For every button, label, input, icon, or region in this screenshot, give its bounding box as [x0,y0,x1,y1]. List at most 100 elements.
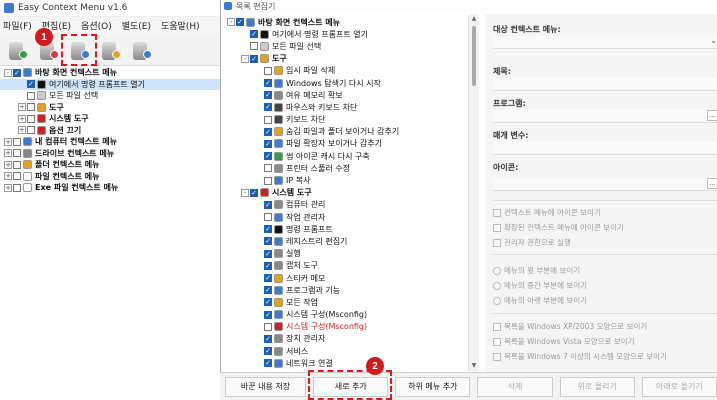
tree-item[interactable]: + 파일 컨텍스트 메뉴 [0,171,228,183]
tree-item[interactable]: ✓ 시스템 구성(Msconfig) [225,309,468,321]
collapse-icon[interactable]: - [241,188,249,197]
icon-browse-button[interactable]: ... [707,178,717,189]
tree-item[interactable]: ✓ 프로그램과 기능 [225,284,468,296]
tree-item[interactable]: ✓ 서비스 [225,345,468,357]
save-changes-button[interactable]: 바꾼 내용 저장 [225,376,307,397]
item-checkbox[interactable] [27,126,35,135]
tree-item[interactable]: + 도구 [0,102,228,114]
tree-item[interactable]: ✓ 실행 [225,248,468,260]
tree-item[interactable]: ✓ 장치 관리자 [225,333,468,345]
tree-item[interactable]: + Exe 파일 컨텍스트 메뉴 [0,182,228,194]
position-bottom-radio[interactable]: 메뉴의 아랫 부분에 보이기 [493,295,587,306]
item-checkbox[interactable]: ✓ [250,188,258,197]
info-button[interactable] [128,37,156,63]
item-checkbox[interactable]: ✓ [264,200,272,209]
item-checkbox[interactable]: ✓ [264,225,272,234]
scroll-thumb[interactable] [472,26,476,86]
item-checkbox[interactable]: ✓ [236,18,244,27]
item-checkbox[interactable]: ✓ [264,347,272,356]
item-checkbox[interactable] [264,213,272,222]
tree-item[interactable]: ✓ 썸 아이콘 캐시 다시 구축 [225,150,468,162]
item-checkbox[interactable]: ✓ [264,261,272,270]
tree-item[interactable]: ✓ 여유 메모리 확보 [225,89,468,101]
tree-item[interactable]: IP 복사 [225,174,468,186]
item-checkbox[interactable] [27,103,35,112]
tree-item[interactable]: ✓ 여기에서 명령 프롬프트 열기 [0,78,228,90]
item-checkbox[interactable] [264,322,272,331]
item-checkbox[interactable]: ✓ [264,334,272,343]
move-down-button[interactable]: 아래로 옮기기 [641,376,717,397]
item-checkbox[interactable] [13,160,21,169]
move-up-button[interactable]: 위로 올리기 [559,376,635,397]
expand-icon[interactable]: + [18,103,26,112]
expand-icon[interactable]: + [18,126,26,135]
cleaner-button[interactable] [97,37,125,63]
item-checkbox[interactable] [13,149,21,158]
expand-icon[interactable]: + [18,114,26,123]
tree-item[interactable]: ✓ 파일 확장자 보이거나 감추기 [225,138,468,150]
item-checkbox[interactable]: ✓ [264,237,272,246]
program-input[interactable]: ... [493,110,717,123]
expand-icon[interactable]: + [4,172,12,181]
tree-item[interactable]: ✓ 네트워크 연결 [225,357,468,369]
tree-item[interactable]: + 시스템 도구 [0,113,228,125]
item-checkbox[interactable]: ✓ [264,127,272,136]
tree-item[interactable]: 모든 파일 선택 [225,40,468,52]
target-menu-select[interactable]: ⌄ [493,36,717,49]
tree-item[interactable]: ✓ 컴퓨터 관리 [225,199,468,211]
item-checkbox[interactable]: ✓ [264,359,272,368]
menu-file[interactable]: 파일(F) [3,19,32,32]
expand-icon[interactable]: + [4,160,12,169]
tree-item[interactable]: + 드라이브 컨텍스트 메뉴 [0,148,228,160]
tree-item[interactable]: ✓ 레지스트리 편집기 [225,235,468,247]
style-xp-checkbox[interactable]: 목록을 Windows XP/2003 모양으로 보이기 [493,321,647,332]
editor-scrollbar[interactable]: ▲ ▼ [469,14,479,371]
tree-item[interactable]: + 폴더 컨텍스트 메뉴 [0,159,228,171]
tree-item[interactable]: ✓ 캡처 도구 [225,260,468,272]
item-checkbox[interactable]: ✓ [27,80,35,89]
item-checkbox[interactable] [264,66,272,75]
tree-item[interactable]: ✓ 명령 프롬프트 [225,223,468,235]
style-vista-checkbox[interactable]: 목록을 Windows Vista 모양으로 보이기 [493,336,635,347]
tree-item[interactable]: + 옵션 끄기 [0,125,228,137]
item-checkbox[interactable]: ✓ [250,30,258,39]
delete-button[interactable]: 삭제 [477,376,553,397]
item-checkbox[interactable]: ✓ [250,54,258,63]
item-checkbox[interactable] [250,42,258,51]
show-icon-checkbox[interactable]: 컨텍스트 메뉴에 아이콘 보이기 [493,207,601,218]
tree-item[interactable]: ✓ Windows 탐색기 다시 시작 [225,77,468,89]
add-button[interactable] [4,37,32,63]
tree-item[interactable]: ✓ 여기에서 명령 프롬프트 열기 [225,28,468,40]
item-checkbox[interactable] [264,176,272,185]
tree-item[interactable]: - ✓ 바탕 화면 컨텍스트 메뉴 [0,67,228,79]
tree-item[interactable]: 임시 파일 삭제 [225,65,468,77]
item-checkbox[interactable]: ✓ [264,249,272,258]
menu-extras[interactable]: 별도(E) [122,19,151,32]
position-top-radio[interactable]: 메뉴의 윗 부분에 보이기 [493,265,580,276]
tree-item[interactable]: 작업 관리자 [225,211,468,223]
menu-options[interactable]: 옵션(O) [81,19,112,32]
item-checkbox[interactable] [13,172,21,181]
item-checkbox[interactable]: ✓ [264,152,272,161]
expand-icon[interactable]: + [4,183,12,192]
collapse-icon[interactable]: - [4,68,12,77]
item-checkbox[interactable] [264,115,272,124]
item-checkbox[interactable]: ✓ [13,68,21,77]
add-submenu-button[interactable]: 하위 메뉴 추가 [395,376,471,397]
show-icon-extended-checkbox[interactable]: 확장된 컨텍스트 메뉴에 아이콘 보이기 [493,222,624,233]
tree-item[interactable]: - ✓ 시스템 도구 [225,187,468,199]
item-checkbox[interactable]: ✓ [264,139,272,148]
scroll-up-icon[interactable]: ▲ [470,15,478,23]
tree-item[interactable]: + 내 컴퓨터 컨텍스트 메뉴 [0,136,228,148]
item-checkbox[interactable]: ✓ [264,274,272,283]
program-browse-button[interactable]: ... [707,110,717,121]
item-checkbox[interactable]: ✓ [264,298,272,307]
item-checkbox[interactable] [27,91,35,100]
tree-item[interactable]: 프린터 스풀러 수정 [225,162,468,174]
title-input[interactable] [493,78,717,91]
tree-item[interactable]: ✓ 숨김 파일과 폴더 보이거나 감추기 [225,126,468,138]
style-win7-checkbox[interactable]: 목록을 Windows 7 이상의 시스템 모양으로 보이기 [493,351,667,362]
icon-input[interactable]: ... [493,178,717,191]
item-checkbox[interactable] [27,114,35,123]
scroll-down-icon[interactable]: ▼ [470,362,478,370]
